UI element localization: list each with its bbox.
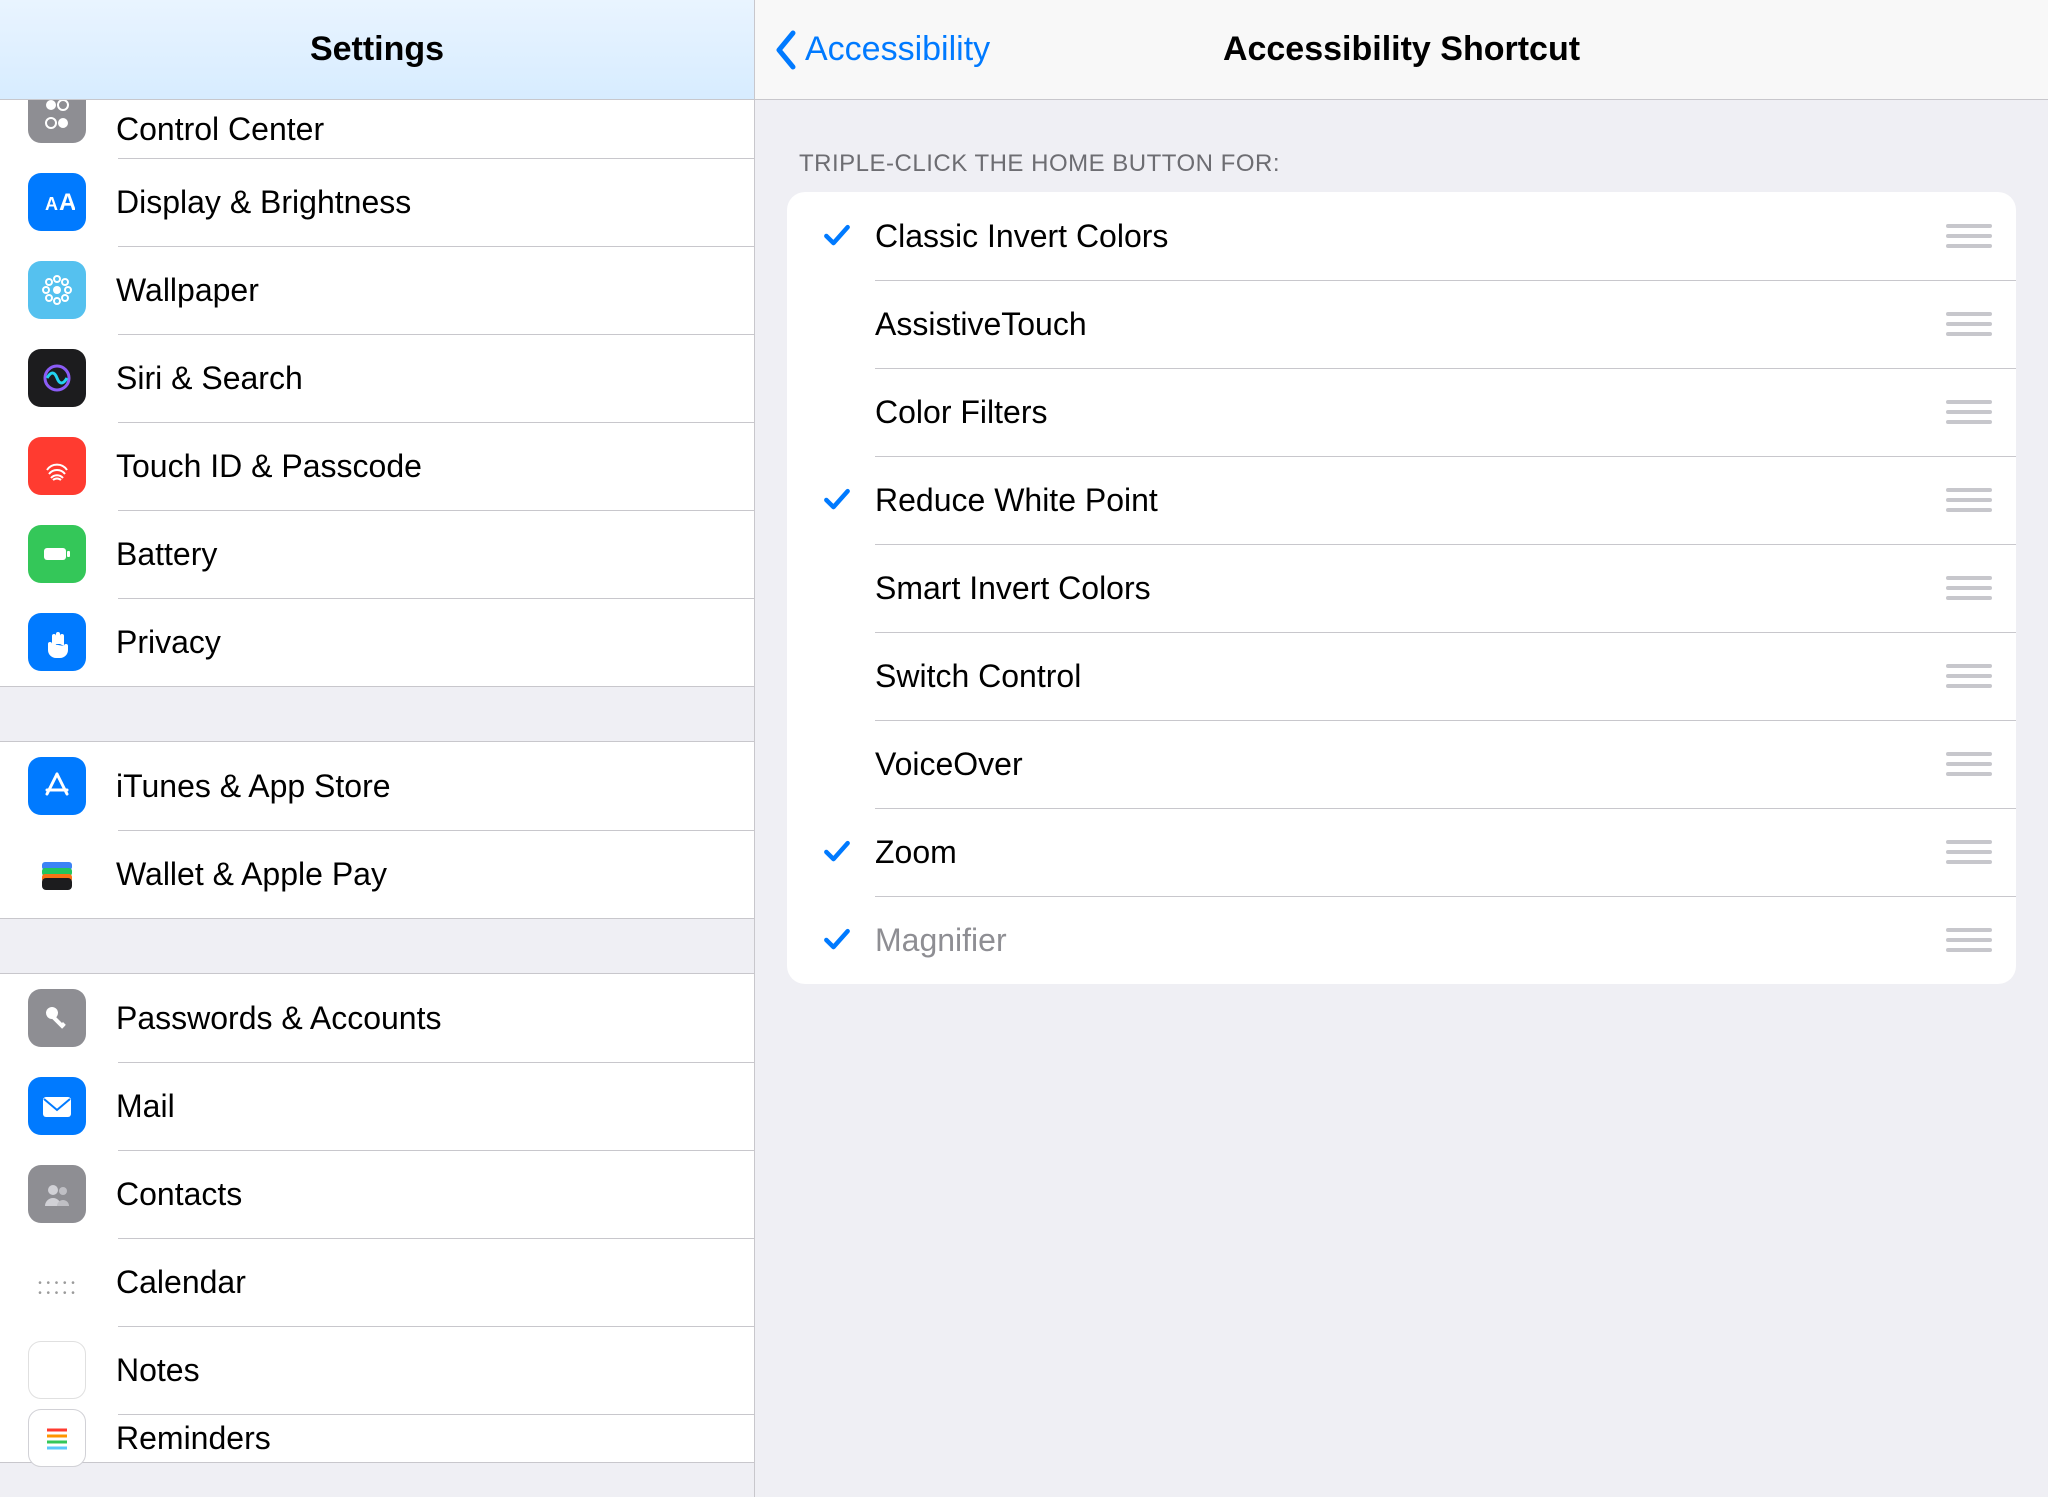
wallet-icon (28, 845, 86, 903)
sidebar-item-wallet[interactable]: Wallet & Apple Pay (0, 830, 754, 918)
option-label: AssistiveTouch (859, 306, 1946, 343)
sidebar-item-label: Control Center (116, 111, 324, 148)
key-icon (28, 989, 86, 1047)
chevron-left-icon (773, 29, 799, 71)
fingerprint-icon (28, 437, 86, 495)
reorder-handle-icon[interactable] (1946, 312, 1992, 336)
sidebar-item-control-center[interactable]: Control Center (0, 100, 754, 158)
text-size-icon (28, 173, 86, 231)
sidebar-item-contacts[interactable]: Contacts (0, 1150, 754, 1238)
sidebar-item-label: Privacy (116, 624, 221, 661)
sidebar-item-notes[interactable]: Notes (0, 1326, 754, 1414)
appstore-icon (28, 757, 86, 815)
sidebar-item-label: Notes (116, 1352, 200, 1389)
mail-icon (28, 1077, 86, 1135)
sidebar-item-label: Siri & Search (116, 360, 303, 397)
sidebar-item-display[interactable]: Display & Brightness (0, 158, 754, 246)
back-button[interactable]: Accessibility (755, 29, 990, 71)
sidebar-item-battery[interactable]: Battery (0, 510, 754, 598)
option-label: Switch Control (859, 658, 1946, 695)
checkmark-icon (815, 220, 859, 252)
sidebar-item-touchid[interactable]: Touch ID & Passcode (0, 422, 754, 510)
sidebar-item-calendar[interactable]: • • • • •• • • • • Calendar (0, 1238, 754, 1326)
shortcut-option: Magnifier (787, 896, 2016, 984)
sidebar-item-label: Wallet & Apple Pay (116, 856, 387, 893)
sidebar-item-reminders[interactable]: Reminders (0, 1414, 754, 1462)
shortcut-option[interactable]: Smart Invert Colors (787, 544, 2016, 632)
shortcut-option[interactable]: Switch Control (787, 632, 2016, 720)
shortcut-option[interactable]: Reduce White Point (787, 456, 2016, 544)
shortcut-option[interactable]: Color Filters (787, 368, 2016, 456)
sidebar-item-label: Calendar (116, 1264, 246, 1301)
settings-sidebar: Settings Control Center Display & Brightn… (0, 0, 755, 1497)
option-label: Color Filters (859, 394, 1946, 431)
option-label: Smart Invert Colors (859, 570, 1946, 607)
shortcut-option[interactable]: VoiceOver (787, 720, 2016, 808)
checkmark-icon (815, 924, 859, 956)
toggles-icon (28, 100, 86, 143)
checkmark-icon (815, 484, 859, 516)
back-label: Accessibility (805, 30, 990, 69)
reminders-icon (28, 1409, 86, 1467)
option-label: Reduce White Point (859, 482, 1946, 519)
sidebar-item-label: Battery (116, 536, 217, 573)
siri-icon (28, 349, 86, 407)
sidebar-item-siri[interactable]: Siri & Search (0, 334, 754, 422)
shortcut-options-list: Classic Invert Colors AssistiveTouch Color… (787, 192, 2016, 984)
sidebar-item-label: Touch ID & Passcode (116, 448, 422, 485)
reorder-handle-icon[interactable] (1946, 840, 1992, 864)
notes-icon (28, 1341, 86, 1399)
sidebar-item-label: Reminders (116, 1420, 271, 1457)
sidebar-item-label: Display & Brightness (116, 184, 411, 221)
hand-icon (28, 613, 86, 671)
contacts-icon (28, 1165, 86, 1223)
detail-pane: Accessibility Accessibility Shortcut TRI… (755, 0, 2048, 1497)
sidebar-item-label: Passwords & Accounts (116, 1000, 441, 1037)
sidebar-item-label: Contacts (116, 1176, 242, 1213)
reorder-handle-icon[interactable] (1946, 752, 1992, 776)
calendar-icon: • • • • •• • • • • (28, 1253, 86, 1311)
sidebar-item-mail[interactable]: Mail (0, 1062, 754, 1150)
detail-body: TRIPLE-CLICK THE HOME BUTTON FOR: Classi… (755, 100, 2048, 984)
sidebar-item-label: Wallpaper (116, 272, 259, 309)
sidebar-item-itunes[interactable]: iTunes & App Store (0, 742, 754, 830)
reorder-handle-icon[interactable] (1946, 664, 1992, 688)
battery-icon (28, 525, 86, 583)
reorder-handle-icon[interactable] (1946, 488, 1992, 512)
sidebar-item-label: Mail (116, 1088, 175, 1125)
sidebar-item-passwords[interactable]: Passwords & Accounts (0, 974, 754, 1062)
sidebar-item-wallpaper[interactable]: Wallpaper (0, 246, 754, 334)
option-label: Zoom (859, 834, 1946, 871)
sidebar-list[interactable]: Control Center Display & Brightness Wallpa… (0, 100, 754, 1497)
sidebar-item-label: iTunes & App Store (116, 768, 391, 805)
shortcut-option[interactable]: Classic Invert Colors (787, 192, 2016, 280)
option-label: VoiceOver (859, 746, 1946, 783)
section-header: TRIPLE-CLICK THE HOME BUTTON FOR: (787, 150, 2016, 192)
sidebar-item-privacy[interactable]: Privacy (0, 598, 754, 686)
flower-icon (28, 261, 86, 319)
reorder-handle-icon[interactable] (1946, 576, 1992, 600)
detail-header: Accessibility Accessibility Shortcut (755, 0, 2048, 100)
sidebar-header: Settings (0, 0, 754, 100)
reorder-handle-icon[interactable] (1946, 928, 1992, 952)
reorder-handle-icon[interactable] (1946, 400, 1992, 424)
sidebar-title: Settings (310, 30, 444, 69)
option-label: Magnifier (859, 922, 1946, 959)
shortcut-option[interactable]: Zoom (787, 808, 2016, 896)
reorder-handle-icon[interactable] (1946, 224, 1992, 248)
checkmark-icon (815, 836, 859, 868)
shortcut-option[interactable]: AssistiveTouch (787, 280, 2016, 368)
option-label: Classic Invert Colors (859, 218, 1946, 255)
